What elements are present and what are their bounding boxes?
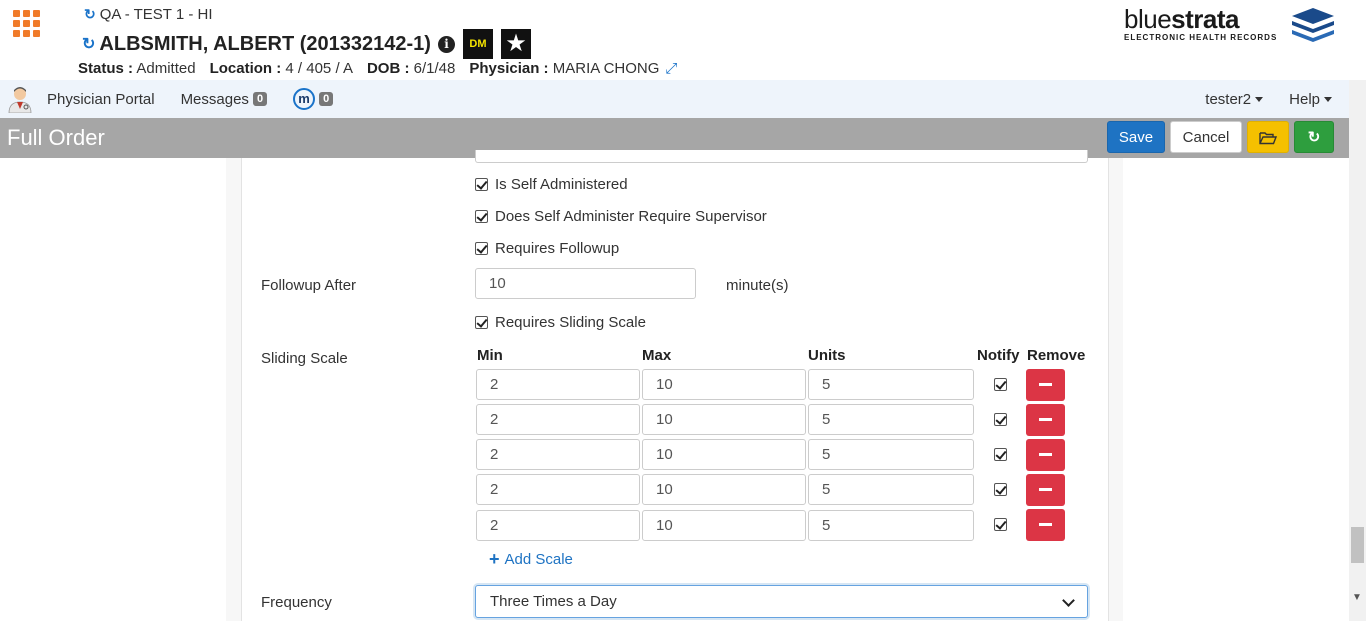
m-logo-icon: m (293, 88, 316, 110)
col-min: Min (477, 347, 503, 364)
scale-notify-checkbox[interactable] (994, 378, 1007, 391)
patient-header: ↻ QA - TEST 1 - HI ↻ ALBSMITH, ALBERT (2… (0, 0, 1366, 80)
followup-checkbox[interactable] (475, 242, 488, 255)
patient-status-line: Status : Admitted Location : 4 / 405 / A… (78, 60, 677, 77)
open-folder-button[interactable] (1247, 121, 1289, 153)
scale-min-input[interactable]: 2 (476, 369, 640, 400)
self-administered-checkbox[interactable] (475, 178, 488, 191)
patient-name: ALBSMITH, ALBERT (201332142-1) (99, 32, 431, 55)
col-units: Units (808, 347, 846, 364)
scale-notify-checkbox[interactable] (994, 518, 1007, 531)
frequency-label: Frequency (261, 594, 332, 611)
col-remove: Remove (1027, 347, 1086, 364)
scale-min-input[interactable]: 2 (476, 439, 640, 470)
folder-open-icon (1259, 132, 1278, 145)
remove-scale-button[interactable] (1026, 404, 1065, 436)
plus-icon: + (489, 549, 500, 569)
chevron-down-icon (1062, 594, 1075, 607)
scale-max-input[interactable]: 10 (642, 369, 806, 400)
expand-icon[interactable]: ⤢ (665, 60, 677, 77)
remove-scale-button[interactable] (1026, 369, 1065, 401)
user-menu[interactable]: tester2 (1205, 91, 1263, 108)
refresh-button[interactable]: ↻ (1294, 121, 1334, 153)
scale-units-input[interactable]: 5 (808, 510, 974, 541)
logo-layers-icon (1292, 8, 1334, 42)
location-label: Location : (209, 60, 282, 77)
top-navbar: Physician Portal Messages 0 m 0 tester2 … (0, 80, 1349, 118)
scale-notify-checkbox[interactable] (994, 413, 1007, 426)
scale-min-input[interactable]: 2 (476, 510, 640, 541)
previous-field-input[interactable] (475, 150, 1088, 163)
frequency-select[interactable]: Three Times a Day (475, 585, 1088, 618)
dm-badge: DM (462, 29, 493, 59)
scale-max-input[interactable]: 10 (642, 474, 806, 505)
logo-tagline: ELECTRONIC HEALTH RECORDS (1124, 33, 1278, 42)
scale-notify-checkbox[interactable] (994, 448, 1007, 461)
physician-label: Physician : (469, 60, 549, 77)
remove-scale-button[interactable] (1026, 509, 1065, 541)
cancel-button[interactable]: Cancel (1170, 121, 1242, 153)
scale-units-input[interactable]: 5 (808, 474, 974, 505)
scale-max-input[interactable]: 10 (642, 439, 806, 470)
sliding-scale-row[interactable]: Requires Sliding Scale (475, 314, 646, 331)
supervisor-row[interactable]: Does Self Administer Require Supervisor (475, 208, 767, 225)
star-badge-icon: ★ (500, 29, 531, 59)
physician-avatar-icon (8, 87, 32, 113)
status-label: Status : (78, 60, 134, 77)
scale-max-input[interactable]: 10 (642, 510, 806, 541)
sliding-scale-checkbox[interactable] (475, 316, 488, 329)
followup-unit: minute(s) (726, 277, 789, 294)
remove-scale-button[interactable] (1026, 474, 1065, 506)
followup-after-label: Followup After (261, 277, 357, 294)
location-value: 4 / 405 / A (285, 60, 353, 77)
nav-messages[interactable]: Messages 0 (181, 91, 268, 108)
messages-label: Messages (180, 90, 249, 108)
nav-physician-portal[interactable]: Physician Portal (47, 91, 155, 108)
refresh-icon: ↻ (1307, 129, 1321, 146)
logo-name-bold: strata (1171, 4, 1239, 34)
physician-value: MARIA CHONG (552, 60, 660, 77)
status-value: Admitted (136, 60, 196, 77)
scale-units-input[interactable]: 5 (808, 404, 974, 435)
frequency-value: Three Times a Day (490, 593, 617, 610)
dob-value: 6/1/48 (413, 60, 456, 77)
scroll-down-arrow-icon[interactable]: ▼ (1352, 592, 1362, 603)
self-administered-row[interactable]: Is Self Administered (475, 176, 628, 193)
refresh-patient-icon[interactable]: ↻ (82, 34, 95, 54)
info-icon[interactable]: i (437, 35, 455, 53)
scale-min-input[interactable]: 2 (476, 404, 640, 435)
nav-m-messages[interactable]: m 0 (293, 88, 334, 110)
facility-name: ↻ QA - TEST 1 - HI (84, 6, 213, 23)
bluestrata-logo: bluestrata ELECTRONIC HEALTH RECORDS (1124, 4, 1336, 46)
col-max: Max (642, 347, 672, 364)
col-notify: Notify (977, 347, 1020, 364)
scrollbar-thumb[interactable] (1351, 527, 1364, 563)
supervisor-checkbox[interactable] (475, 210, 488, 223)
dob-label: DOB : (366, 60, 410, 77)
m-count-badge: 0 (319, 92, 334, 106)
remove-scale-button[interactable] (1026, 439, 1065, 471)
followup-row[interactable]: Requires Followup (475, 240, 619, 257)
refresh-facility-icon[interactable]: ↻ (84, 6, 96, 23)
scale-units-input[interactable]: 5 (808, 439, 974, 470)
page-title: Full Order (7, 125, 105, 150)
messages-count-badge: 0 (252, 92, 268, 106)
sliding-scale-label: Sliding Scale (261, 350, 348, 367)
scale-notify-checkbox[interactable] (994, 483, 1007, 496)
save-button[interactable]: Save (1107, 121, 1165, 153)
apps-grid-icon[interactable] (13, 10, 41, 38)
add-scale-link[interactable]: + Add Scale (489, 549, 573, 569)
followup-after-input[interactable]: 10 (475, 268, 696, 299)
logo-name-light: blue (1124, 4, 1172, 34)
scale-min-input[interactable]: 2 (476, 474, 640, 505)
scale-units-input[interactable]: 5 (808, 369, 974, 400)
patient-line: ↻ ALBSMITH, ALBERT (201332142-1) i DM ★ (82, 29, 531, 59)
help-menu[interactable]: Help (1289, 91, 1332, 108)
scale-max-input[interactable]: 10 (642, 404, 806, 435)
